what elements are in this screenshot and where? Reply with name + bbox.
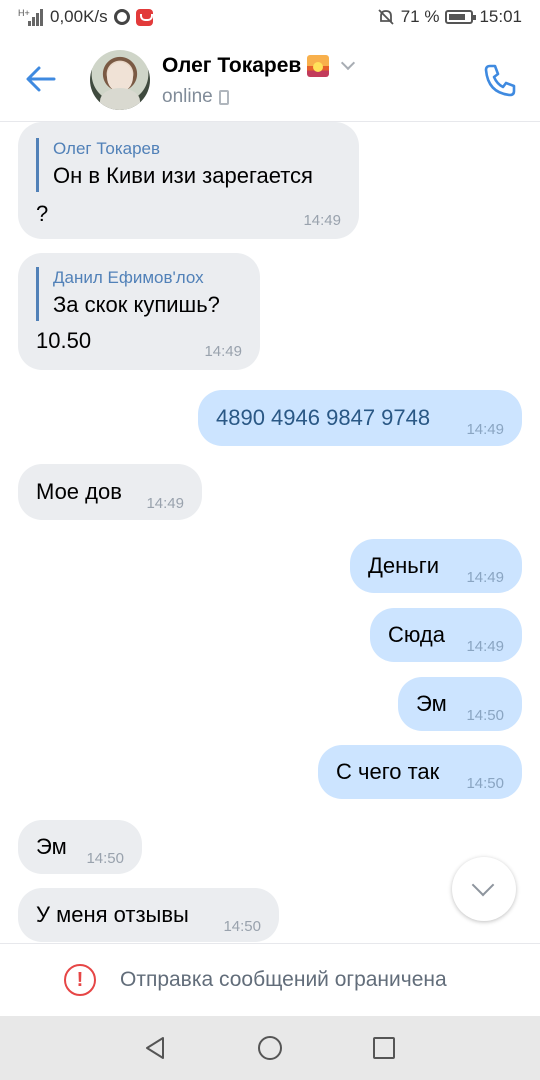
message-list[interactable]: Олег Токарев Он в Киви изи зарегается ? … (0, 122, 540, 942)
nav-recents-icon[interactable] (373, 1037, 395, 1059)
message-text: Деньги (368, 553, 440, 578)
message-text: Сюда (388, 622, 445, 647)
message-bubble[interactable]: С чего так 14:50 (318, 745, 522, 799)
message-text: Эм (416, 691, 447, 716)
avatar[interactable] (90, 50, 150, 110)
message-time: 14:49 (466, 421, 504, 438)
warning-circle-icon: ! (64, 964, 96, 996)
contact-name-text: Олег Токарев (162, 54, 302, 77)
reply-text: За скок купишь? (53, 292, 220, 317)
message-bubble[interactable]: 4890 4946 9847 9748 14:49 (198, 390, 522, 446)
message-time: 14:50 (466, 775, 504, 792)
signal-icon: H+ (18, 8, 44, 26)
bell-muted-icon (378, 9, 394, 25)
sunset-emoji-icon (307, 55, 330, 77)
message-time: 14:50 (223, 918, 261, 935)
chat-header: Олег Токарев online (0, 36, 540, 122)
contact-name[interactable]: Олег Токарев (162, 54, 356, 78)
reply-text: Он в Киви изи зарегается (53, 163, 313, 188)
message-bubble[interactable]: Эм 14:50 (398, 677, 522, 731)
message-time: 14:49 (204, 343, 242, 360)
message-time: 14:49 (466, 569, 504, 586)
messaging-restricted-bar: ! Отправка сообщений ограничена (0, 943, 540, 1016)
message-bubble[interactable]: Эм 14:50 (18, 820, 142, 874)
nav-home-icon[interactable] (258, 1036, 282, 1060)
reply-quote[interactable]: Олег Токарев Он в Киви изи зарегается (36, 138, 341, 192)
card-number-link[interactable]: 4890 4946 9847 9748 (216, 405, 430, 430)
scroll-down-button[interactable] (452, 857, 516, 921)
mobile-device-icon (218, 89, 229, 105)
message-bubble[interactable]: Мое дов 14:49 (18, 464, 202, 520)
reply-quote[interactable]: Данил Ефимов'лох За скок купишь? (36, 267, 242, 321)
message-text: Мое дов (36, 479, 122, 504)
system-nav-bar (0, 1016, 540, 1080)
status-text: online (162, 86, 213, 107)
reply-author: Данил Ефимов'лох (53, 268, 204, 287)
message-text: ? (36, 201, 49, 226)
phone-icon[interactable] (482, 62, 518, 98)
message-bubble[interactable]: Олег Токарев Он в Киви изи зарегается ? … (18, 122, 359, 239)
message-text: Эм (36, 834, 67, 859)
chevron-down-icon[interactable] (341, 55, 356, 71)
message-bubble[interactable]: Деньги 14:49 (350, 539, 522, 593)
clock: 15:01 (479, 7, 522, 26)
message-text: С чего так (336, 759, 440, 784)
message-time: 14:49 (303, 212, 341, 229)
message-time: 14:49 (466, 638, 504, 655)
message-bubble[interactable]: Сюда 14:49 (370, 608, 522, 662)
contact-status: online (162, 86, 229, 108)
network-speed: 0,00K/s (50, 7, 108, 26)
message-time: 14:49 (146, 495, 184, 512)
message-time: 14:50 (86, 850, 124, 867)
message-bubble[interactable]: У меня отзывы 14:50 (18, 888, 279, 942)
arrow-left-icon[interactable] (24, 62, 58, 96)
battery-icon (445, 10, 477, 24)
message-text: У меня отзывы (36, 902, 189, 927)
battery-percent: 71 % (400, 7, 440, 26)
reply-author: Олег Токарев (53, 139, 161, 158)
nav-back-icon[interactable] (143, 1036, 167, 1060)
sync-app-icon (113, 9, 130, 25)
message-time: 14:50 (466, 707, 504, 724)
shop-app-icon (135, 8, 153, 26)
message-bubble[interactable]: Данил Ефимов'лох За скок купишь? 10.50 1… (18, 253, 260, 370)
status-bar: H+ 0,00K/s 71 % 15:01 (0, 0, 540, 36)
restriction-text: Отправка сообщений ограничена (120, 968, 447, 991)
